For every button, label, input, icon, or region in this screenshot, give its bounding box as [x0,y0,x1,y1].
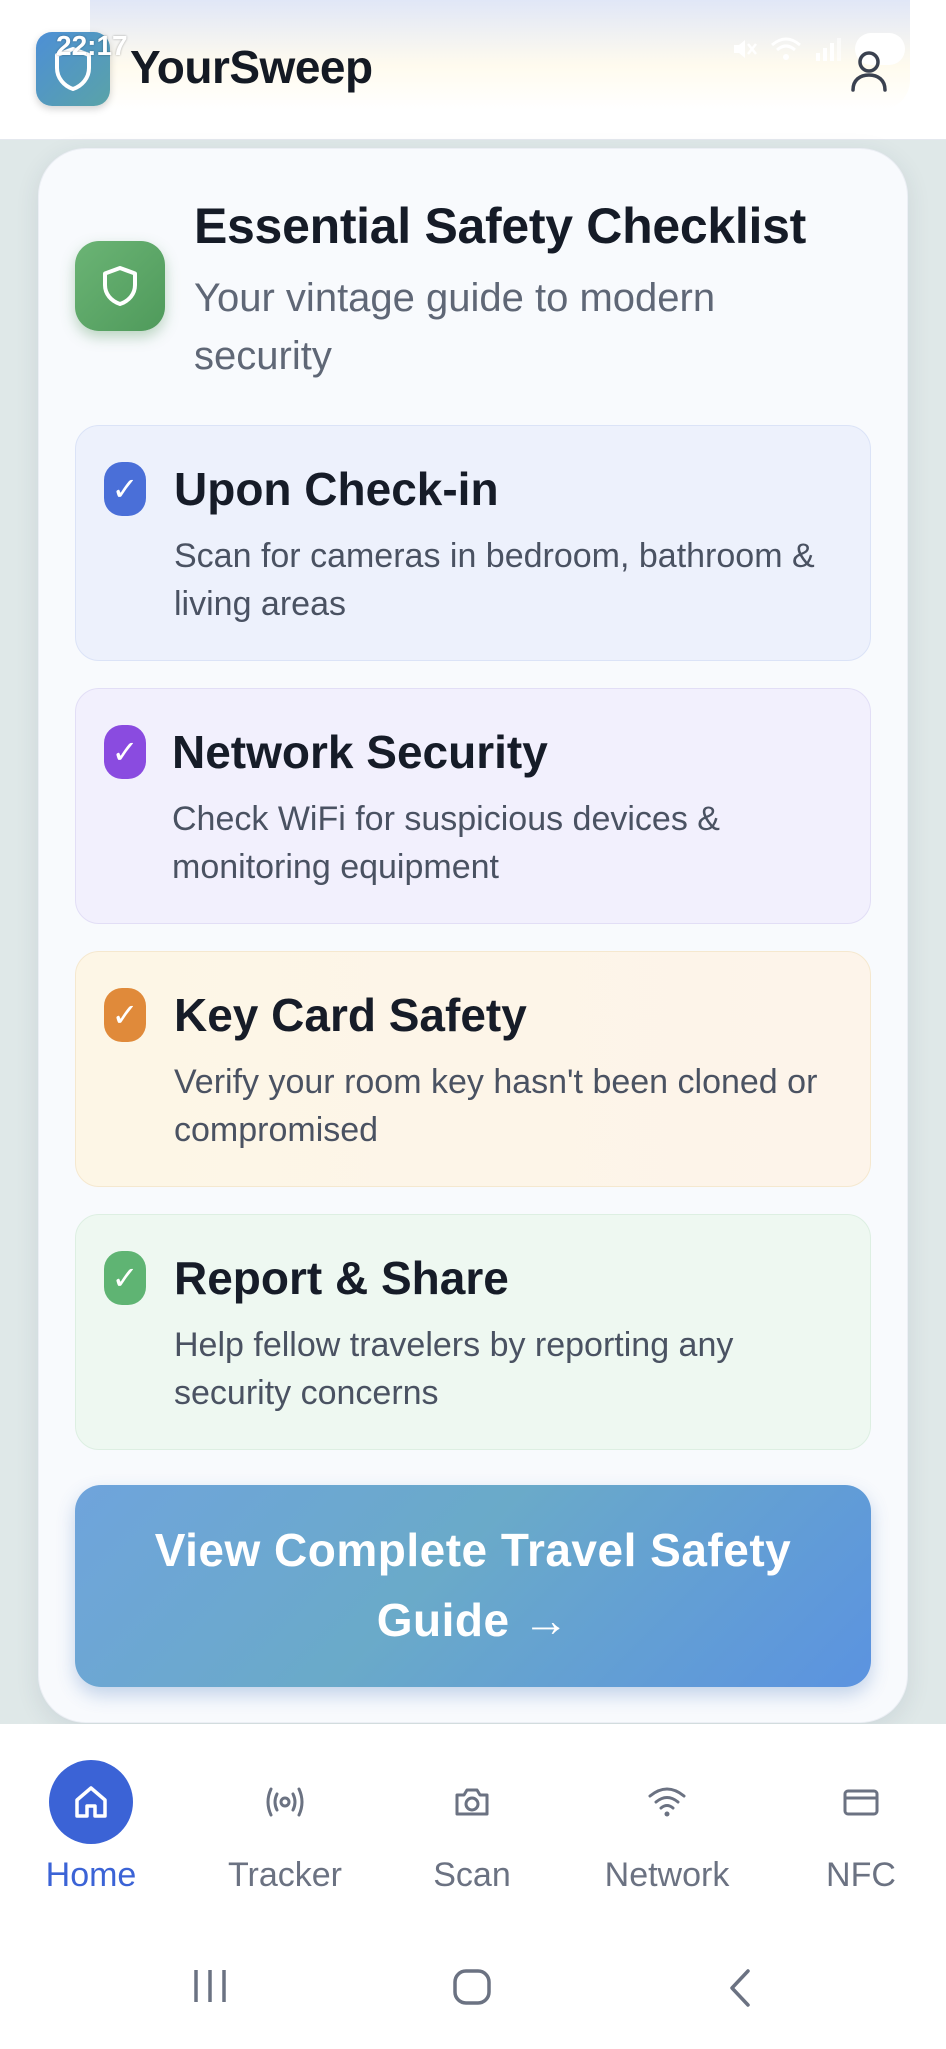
nav-label-tracker: Tracker [228,1856,342,1894]
checkbox-checked-icon[interactable]: ✓ [104,725,146,779]
system-home-icon [453,1969,491,2005]
app-title: YourSweep [130,41,373,93]
safety-checklist-card: Essential Safety Checklist Your vintage … [38,148,908,1723]
shield-badge [75,241,165,331]
wifi-status-icon [771,37,801,60]
checklist-item-title: Report & Share [174,1252,509,1304]
nav-nfc-icon-wrap [819,1760,903,1844]
checklist-item-description: Verify your room key hasn't been cloned … [174,1063,818,1149]
status-time: 22:17 [56,30,128,61]
checklist-item-title: Key Card Safety [174,989,527,1041]
wifi-icon [648,1787,686,1817]
checklist-item-check-in[interactable]: ✓ Upon Check-in Scan for cameras in bedr… [75,425,871,661]
nav-label-nfc: NFC [826,1856,896,1894]
nav-item-scan[interactable]: Scan [387,1724,557,1924]
back-icon [730,1969,750,2007]
bottom-navigation: Home Tracker Scan Network NFC [0,1724,946,1924]
nav-label-home: Home [45,1856,137,1894]
home-icon [75,1786,107,1818]
checkbox-checked-icon[interactable]: ✓ [104,462,146,516]
system-navigation-bar [0,1924,946,2049]
mute-icon [734,40,757,58]
broadcast-icon [266,1787,304,1817]
nav-tracker-icon-wrap [243,1760,327,1844]
nav-item-home[interactable]: Home [6,1724,176,1924]
back-button[interactable] [724,1968,756,2013]
card-icon [843,1789,879,1816]
checklist-item-description: Scan for cameras in bedroom, bathroom & … [174,537,815,623]
nav-home-highlight [49,1760,133,1844]
nav-label-scan: Scan [433,1856,511,1894]
nav-item-tracker[interactable]: Tracker [200,1724,370,1924]
app-header: 22:17 YourSweep [0,0,946,140]
signal-icon [816,38,841,61]
recent-apps-icon [194,1970,226,2002]
checklist-item-title: Upon Check-in [174,463,499,515]
checklist-item-report-share[interactable]: ✓ Report & Share Help fellow travelers b… [75,1214,871,1450]
checklist-item-description: Help fellow travelers by reporting any s… [174,1326,734,1412]
shield-icon [103,266,137,306]
checklist-item-key-card-safety[interactable]: ✓ Key Card Safety Verify your room key h… [75,951,871,1187]
camera-icon [455,1788,489,1816]
checklist-subtitle: Your vintage guide to modern security [194,276,716,378]
system-home-button[interactable] [452,1968,492,2011]
user-icon [851,51,887,92]
checkbox-checked-icon[interactable]: ✓ [104,1251,146,1305]
checklist-title: Essential Safety Checklist [194,198,806,254]
checklist-item-description: Check WiFi for suspicious devices & moni… [172,800,720,886]
checklist-item-network-security[interactable]: ✓ Network Security Check WiFi for suspic… [75,688,871,924]
recent-apps-button[interactable] [190,1968,230,2009]
nav-label-network: Network [604,1856,730,1894]
nav-item-network[interactable]: Network [582,1724,752,1924]
checkbox-checked-icon[interactable]: ✓ [104,988,146,1042]
nav-network-icon-wrap [625,1760,709,1844]
view-safety-guide-button[interactable]: View Complete Travel Safety Guide → [75,1485,871,1687]
profile-button[interactable] [842,44,896,98]
nav-scan-icon-wrap [430,1760,514,1844]
checklist-item-title: Network Security [172,726,548,778]
nav-item-nfc[interactable]: NFC [776,1724,946,1924]
